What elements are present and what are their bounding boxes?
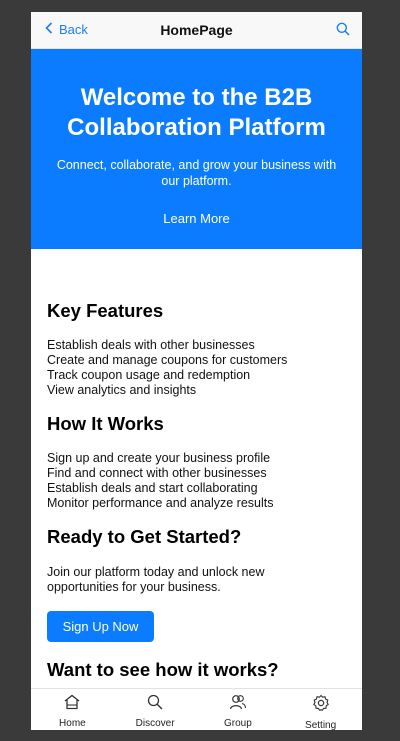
- key-features-title: Key Features: [47, 300, 164, 321]
- tab-label: Group: [223, 718, 252, 729]
- list-item: Track coupon usage and redemption: [47, 368, 251, 382]
- home-icon: [63, 694, 81, 715]
- search-icon: [147, 694, 163, 715]
- tab-setting[interactable]: Setting: [279, 689, 362, 730]
- search-icon[interactable]: [336, 22, 350, 41]
- list-item: Create and manage coupons for customers: [47, 353, 288, 367]
- see-how-title: Want to see how it works?: [47, 659, 279, 680]
- list-item: Monitor performance and analyze results: [47, 496, 274, 510]
- key-features-list: Establish deals with other businesses Cr…: [47, 338, 287, 398]
- list-item: Sign up and create your business profile: [47, 451, 271, 465]
- learn-more-button[interactable]: Learn More: [31, 211, 362, 226]
- group-icon: [229, 694, 247, 715]
- hero-title: Welcome to the B2B Collaboration Platfor…: [67, 84, 326, 141]
- tab-group[interactable]: Group: [197, 689, 280, 730]
- hero-banner: Welcome to the B2B Collaboration Platfor…: [31, 49, 362, 249]
- bottom-tab-bar: Home Discover Group Setting: [31, 688, 362, 730]
- hero-subtitle: Connect, collaborate, and grow your busi…: [56, 158, 337, 188]
- top-navbar: Back HomePage: [31, 12, 362, 49]
- tab-discover[interactable]: Discover: [114, 689, 197, 730]
- list-item: Establish deals and start collaborating: [47, 481, 258, 495]
- tab-home[interactable]: Home: [31, 689, 114, 730]
- list-item: Establish deals with other businesses: [47, 338, 255, 352]
- phone-screen: Back HomePage Welcome to the B2B Collabo…: [31, 12, 362, 730]
- gear-icon: [312, 694, 330, 717]
- tab-label: Setting: [305, 720, 337, 730]
- page-title: HomePage: [160, 22, 233, 38]
- get-started-text: Join our platform today and unlock new o…: [47, 565, 265, 594]
- how-it-works-list: Sign up and create your business profile…: [47, 451, 274, 511]
- list-item: Find and connect with other businesses: [47, 466, 267, 480]
- how-it-works-title: How It Works: [47, 413, 164, 434]
- tab-label: Discover: [135, 718, 175, 729]
- tab-label: Home: [59, 718, 86, 729]
- get-started-title: Ready to Get Started?: [47, 526, 242, 547]
- list-item: View analytics and insights: [47, 383, 197, 397]
- sign-up-button[interactable]: Sign Up Now: [47, 611, 154, 642]
